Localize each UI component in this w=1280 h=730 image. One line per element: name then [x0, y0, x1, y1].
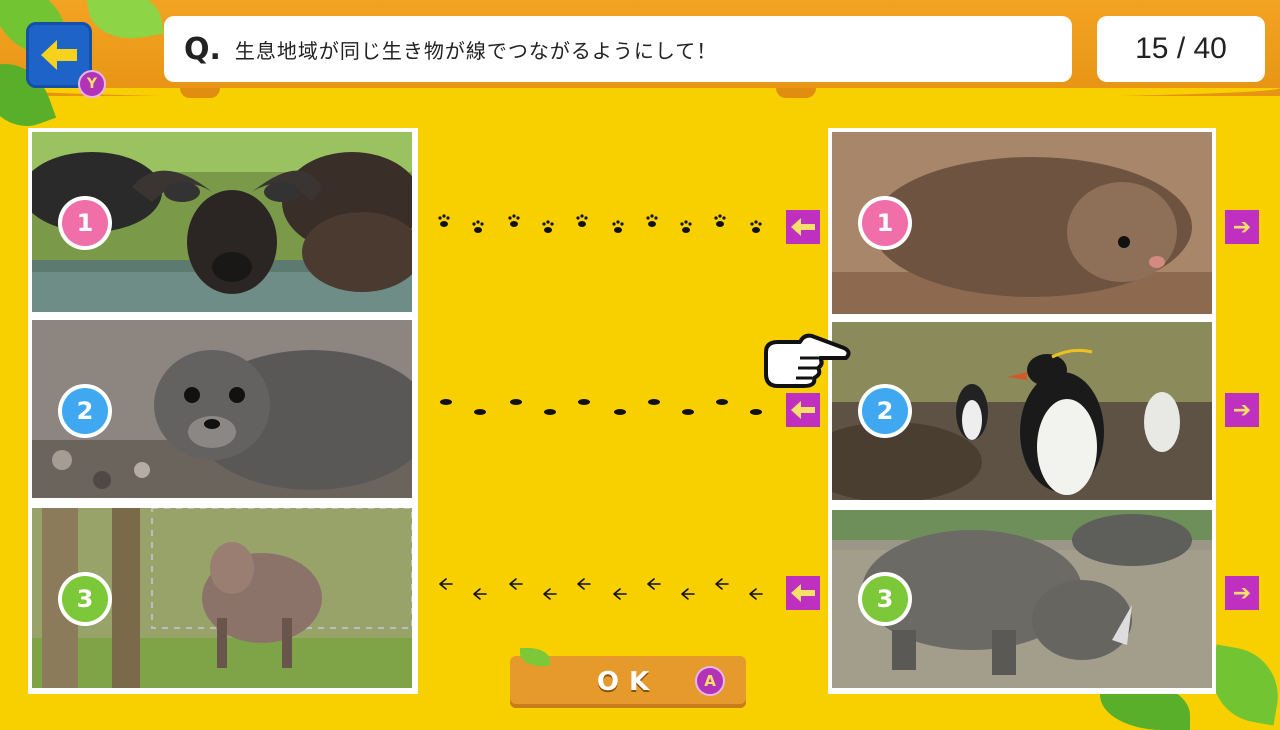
right-badge-3: 3 — [858, 572, 912, 626]
nail-decoration — [776, 88, 816, 98]
right-arrow-button-2[interactable]: ➔ — [1225, 393, 1259, 427]
left-arrow-button-3[interactable] — [786, 576, 820, 610]
pointing-hand-cursor-icon — [764, 333, 851, 388]
right-number-2: 2 — [862, 388, 908, 434]
right-arrow-button-3[interactable]: ➔ — [1225, 576, 1259, 610]
right-badge-2: 2 — [858, 384, 912, 438]
question-mark: Q. — [184, 31, 221, 67]
question-text: 生息地域が同じ生き物が線でつながるようにして！ — [234, 38, 718, 63]
right-badge-1: 1 — [858, 196, 912, 250]
right-number-1: 1 — [862, 200, 908, 246]
y-button-badge: Y — [78, 70, 106, 98]
arrow-right-icon: ➔ — [1232, 214, 1252, 240]
right-arrow-button-1[interactable]: ➔ — [1225, 210, 1259, 244]
left-number-3: 3 — [62, 576, 108, 622]
right-number-3: 3 — [862, 576, 908, 622]
left-number-2: 2 — [62, 388, 108, 434]
ok-button[interactable]: OK A — [510, 648, 746, 708]
bird-track — [439, 578, 763, 600]
arrow-left-icon — [791, 218, 815, 236]
arrow-left-icon — [791, 584, 815, 602]
arrow-right-icon: ➔ — [1232, 397, 1252, 423]
left-number-1: 1 — [62, 200, 108, 246]
left-badge-3: 3 — [58, 572, 112, 626]
a-button-badge: A — [695, 666, 725, 696]
question-box: Q. 生息地域が同じ生き物が線でつながるようにして！ — [164, 16, 1072, 82]
leaf-decoration — [520, 648, 550, 666]
arrow-left-icon — [791, 401, 815, 419]
left-badge-1: 1 — [58, 196, 112, 250]
back-arrow-icon — [41, 40, 77, 70]
left-badge-2: 2 — [58, 384, 112, 438]
left-arrow-button-2[interactable] — [786, 393, 820, 427]
right-panel: 1 2 3 — [828, 128, 1216, 694]
left-panel: 1 2 3 — [28, 128, 418, 694]
arrow-right-icon: ➔ — [1232, 580, 1252, 606]
left-arrow-button-1[interactable] — [786, 210, 820, 244]
hoof-print-track — [440, 399, 762, 415]
ok-label: OK — [596, 667, 660, 697]
nail-decoration — [180, 88, 220, 98]
paw-print-track — [438, 214, 762, 233]
question-counter: 15 / 40 — [1097, 16, 1265, 82]
